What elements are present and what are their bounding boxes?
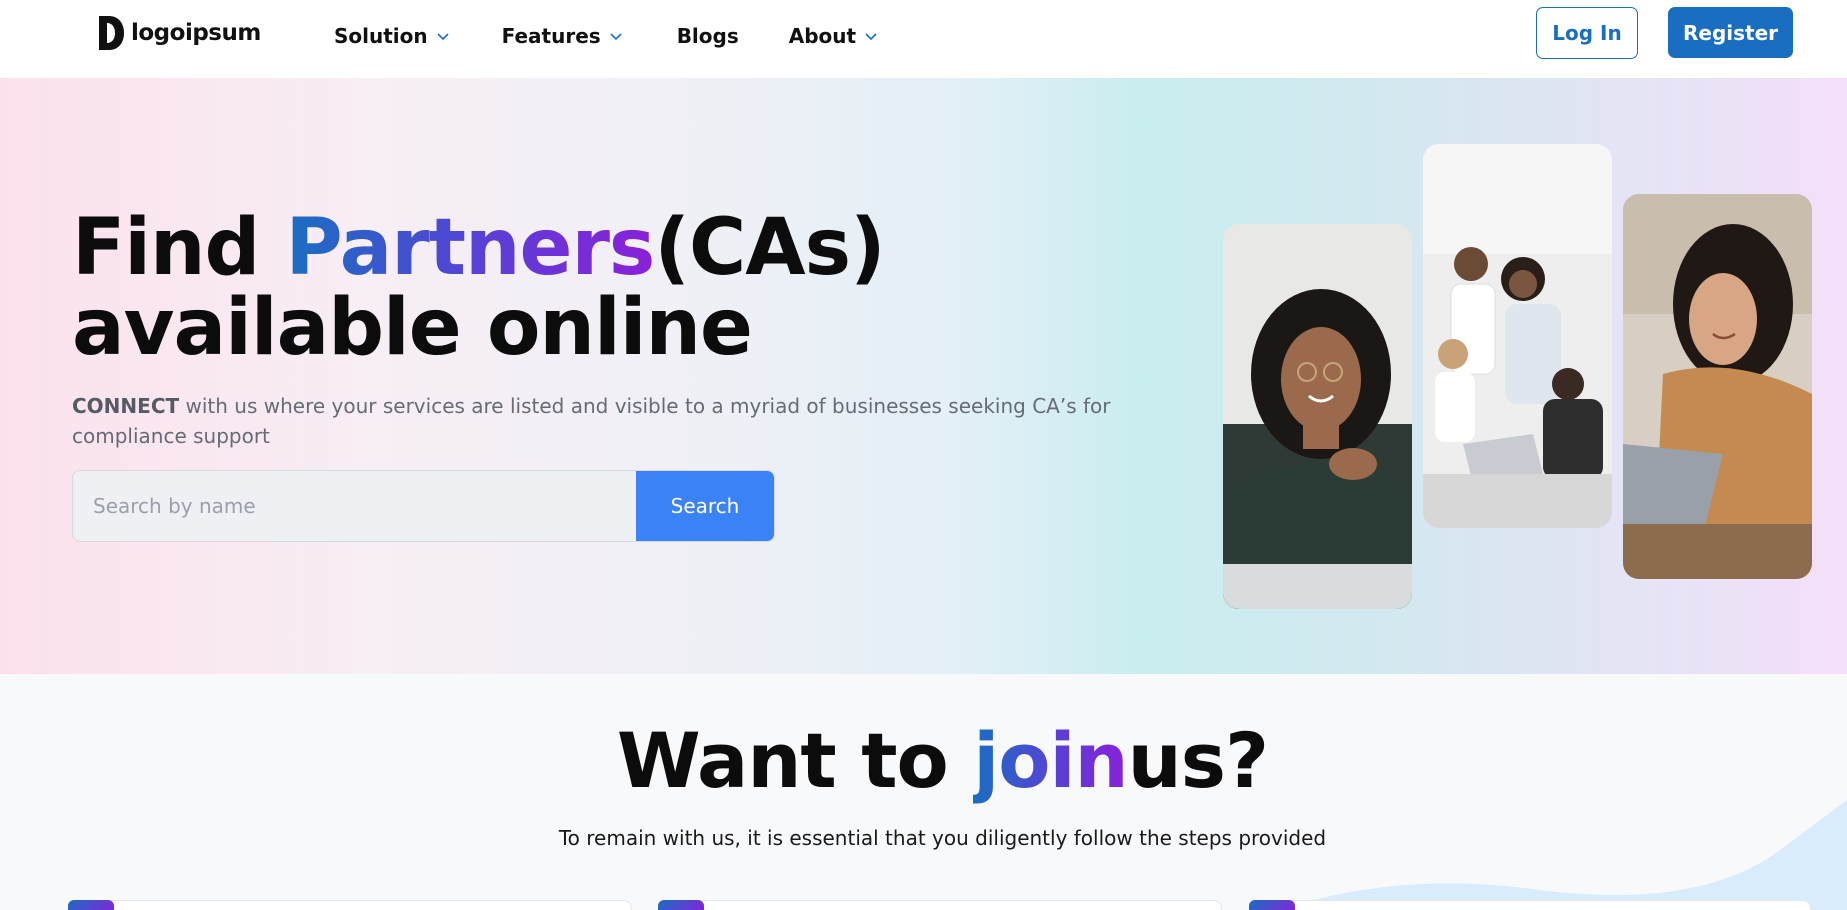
- hero-title-line2: available online: [72, 283, 753, 373]
- hero-title-part1: Find: [72, 203, 286, 293]
- join-title-highlight: join: [973, 716, 1128, 805]
- menu-item-label: Solution: [334, 24, 428, 48]
- menu-item-about[interactable]: About: [789, 22, 878, 50]
- chevron-down-icon: [865, 33, 877, 41]
- join-title-part2: us?: [1127, 716, 1269, 805]
- menu-item-features[interactable]: Features: [502, 22, 623, 50]
- step-icon: [658, 900, 704, 910]
- join-section-subtitle: To remain with us, it is essential that …: [558, 826, 1327, 850]
- hero-title: Find Partners(CAs) available online: [72, 208, 886, 368]
- main-menu: Solution Features Blogs About: [334, 22, 930, 50]
- hero-subtitle-text: with us where your services are listed a…: [72, 394, 1111, 448]
- hero-section: Find Partners(CAs) available online CONN…: [0, 78, 1847, 674]
- chevron-down-icon: [610, 33, 622, 41]
- step-card: [1249, 900, 1811, 910]
- join-section-title: Want to joinus?: [0, 716, 1847, 805]
- menu-item-blogs[interactable]: Blogs: [677, 22, 739, 50]
- menu-item-solution[interactable]: Solution: [334, 22, 450, 50]
- step-icon: [1249, 900, 1295, 910]
- hero-title-part2: (CAs): [654, 203, 885, 293]
- logo[interactable]: logoipsum: [95, 14, 261, 52]
- logo-icon: [95, 14, 125, 52]
- step-card: [68, 900, 632, 910]
- hero-photo-team-meeting: [1423, 144, 1612, 528]
- search-bar: Search: [72, 470, 775, 542]
- login-button[interactable]: Log In: [1536, 7, 1638, 59]
- top-navbar: logoipsum Solution Features Blogs About …: [0, 0, 1847, 78]
- hero-photo-woman-smiling: [1223, 224, 1412, 609]
- hero-subtitle-bold: CONNECT: [72, 394, 180, 418]
- join-title-part1: Want to: [616, 716, 974, 805]
- hero-title-highlight: Partners: [285, 203, 656, 293]
- chevron-down-icon: [437, 33, 449, 41]
- search-button[interactable]: Search: [636, 471, 774, 541]
- search-input[interactable]: [73, 471, 636, 541]
- hero-photo-woman-laptop: [1623, 194, 1812, 579]
- menu-item-label: Features: [501, 24, 601, 48]
- logo-text: logoipsum: [131, 20, 261, 46]
- step-icon: [68, 900, 114, 910]
- register-button[interactable]: Register: [1668, 7, 1793, 58]
- menu-item-label: About: [788, 24, 857, 48]
- step-card: [658, 900, 1222, 910]
- hero-subtitle: CONNECT with us where your services are …: [72, 391, 1112, 451]
- menu-item-label: Blogs: [676, 24, 739, 48]
